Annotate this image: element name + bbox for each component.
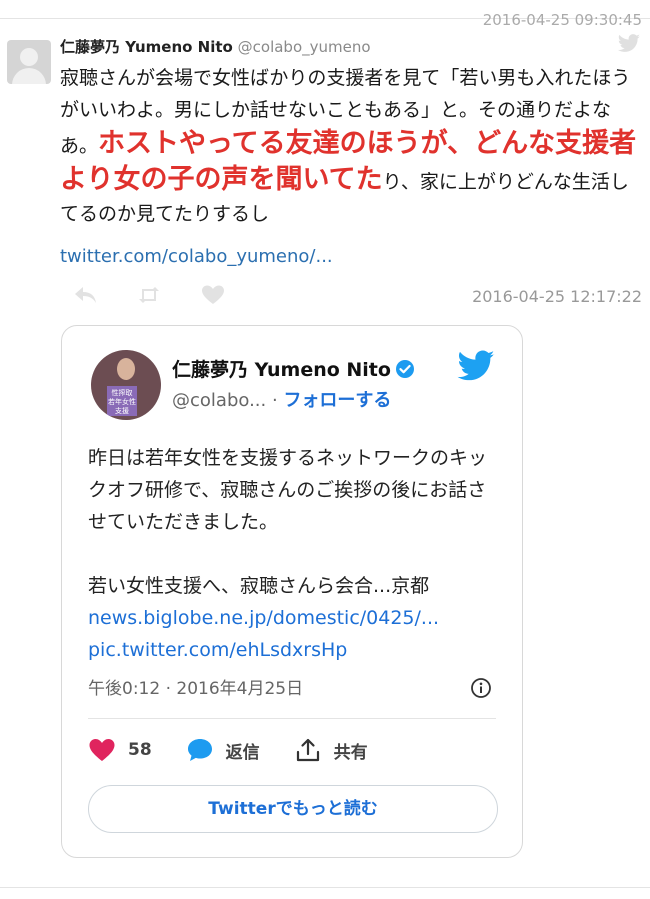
tweet-timestamp: 2016-04-25 12:17:22	[472, 287, 642, 306]
twitter-bird-icon	[617, 34, 640, 52]
comment-bubble-icon	[187, 739, 212, 761]
follow-button[interactable]: フォローする	[283, 390, 391, 411]
embed-timestamp[interactable]: 午後0:12 · 2016年4月25日	[88, 674, 303, 699]
tweet-actions	[72, 284, 226, 306]
info-icon[interactable]	[470, 677, 492, 699]
avatar[interactable]	[7, 40, 51, 84]
like-action[interactable]: 58	[88, 737, 152, 763]
twitter-bird-icon[interactable]	[456, 350, 496, 384]
share-label: 共有	[333, 742, 368, 763]
bottom-divider	[0, 887, 650, 888]
top-divider: 2016-04-25 09:30:45	[0, 11, 650, 29]
previous-tweet-date: 2016-04-25 09:30:45	[482, 11, 642, 29]
read-more-button[interactable]: Twitterでもっと読む	[88, 785, 498, 833]
retweet-icon[interactable]	[136, 284, 162, 306]
avatar-sign: 性搾取 若年女性 支援	[107, 386, 137, 416]
embed-handle-row: @colabo... · フォローする	[172, 386, 391, 412]
reply-label: 返信	[225, 742, 260, 763]
tweet-text: 寂聴さんが会場で女性ばかりの支援者を見て「若い男も入れたほうがいいわよ。男にしか…	[60, 62, 640, 230]
embedded-tweet-card[interactable]: 性搾取 若年女性 支援 仁藤夢乃 Yumeno Nito @colabo... …	[61, 325, 523, 858]
share-icon	[296, 738, 319, 762]
embed-author-handle[interactable]: @colabo...	[172, 390, 266, 411]
embed-divider	[88, 718, 496, 719]
tweet-link[interactable]: twitter.com/colabo_yumeno/...	[60, 246, 333, 267]
embed-avatar[interactable]: 性搾取 若年女性 支援	[91, 350, 161, 420]
tweet-header: 仁藤夢乃 Yumeno Nito @colabo_yumeno	[60, 36, 371, 57]
embed-tweet-body: 昨日は若年女性を支援するネットワークのキックオフ研修で、寂聴さんのご挨拶の後にお…	[88, 442, 498, 666]
follow-separator: ·	[271, 390, 278, 411]
verified-badge-icon	[395, 360, 414, 378]
embed-body-paragraph1: 昨日は若年女性を支援するネットワークのキックオフ研修で、寂聴さんのご挨拶の後にお…	[88, 447, 488, 533]
embed-author-name[interactable]: 仁藤夢乃 Yumeno Nito	[172, 355, 415, 382]
reply-icon[interactable]	[72, 284, 98, 306]
like-count: 58	[128, 740, 152, 760]
author-name[interactable]: 仁藤夢乃 Yumeno Nito	[60, 38, 233, 56]
embed-body-paragraph2: 若い女性支援へ、寂聴さんら会合...京都	[88, 575, 430, 597]
share-action[interactable]: 共有	[294, 737, 368, 763]
embed-news-link[interactable]: news.biglobe.ne.jp/domestic/0425/...	[88, 602, 498, 634]
embed-actions: 58 返信 共有	[88, 737, 402, 763]
embed-pic-link[interactable]: pic.twitter.com/ehLsdxrsHp	[88, 634, 498, 666]
reply-action[interactable]: 返信	[186, 737, 260, 763]
like-icon[interactable]	[200, 284, 226, 306]
author-handle[interactable]: @colabo_yumeno	[238, 38, 371, 56]
heart-icon	[89, 739, 115, 761]
